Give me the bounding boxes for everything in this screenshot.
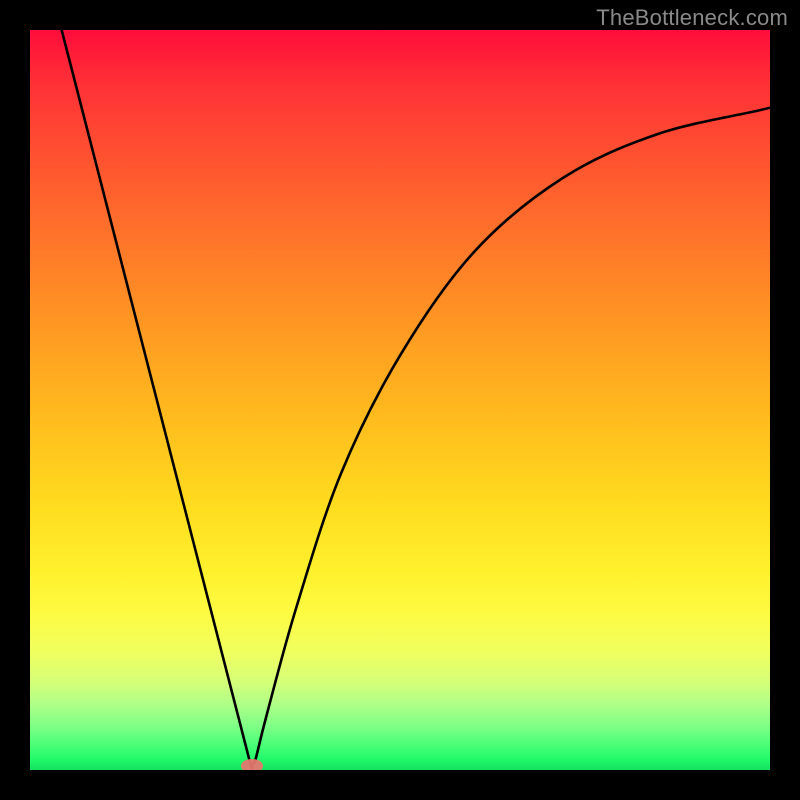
bottleneck-curve — [60, 30, 770, 770]
watermark-text: TheBottleneck.com — [596, 5, 788, 31]
curve-svg — [30, 30, 770, 770]
chart-frame: TheBottleneck.com — [0, 0, 800, 800]
plot-area — [30, 30, 770, 770]
minimum-marker — [241, 759, 263, 770]
